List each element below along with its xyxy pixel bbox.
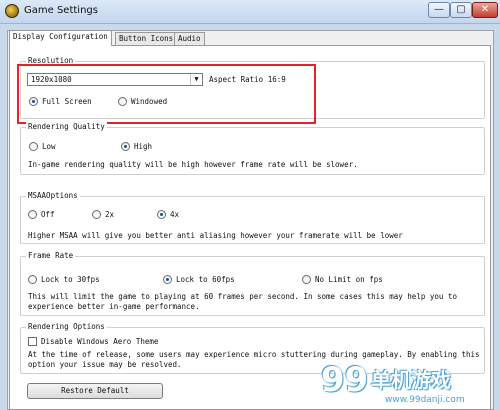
- tab-button-icons[interactable]: Button Icons: [115, 32, 178, 45]
- resolution-dropdown-value: 1920x1080: [31, 75, 72, 84]
- rendering-quality-group-title: Rendering Quality: [26, 122, 107, 132]
- chevron-down-icon[interactable]: ▼: [190, 74, 202, 85]
- frame-rate-description-line-2: experience better in-game performance.: [28, 302, 200, 311]
- full-screen-radio[interactable]: [29, 97, 38, 106]
- watermark-url: www.99danji.com: [385, 395, 465, 405]
- msaa-2x-label: 2x: [105, 210, 115, 219]
- rendering-quality-description: In-game rendering quality will be high h…: [28, 160, 358, 169]
- windowed-label: Windowed: [131, 97, 168, 106]
- minimize-button[interactable]: —: [428, 2, 450, 18]
- aspect-ratio-label: Aspect Ratio 16:9: [209, 75, 286, 84]
- maximize-button[interactable]: ▢: [450, 2, 472, 18]
- fps-unlimited-radio[interactable]: [302, 275, 311, 284]
- fps-30-label: Lock to 30fps: [41, 275, 100, 284]
- windowed-radio[interactable]: [118, 97, 127, 106]
- fps-60-radio[interactable]: [163, 275, 172, 284]
- quality-high-label: High: [134, 142, 153, 151]
- site-watermark-logo: 99 单机游戏 www.99danji.com: [321, 362, 496, 408]
- frame-rate-description-line-1: This will limit the game to playing at 6…: [28, 292, 457, 301]
- disable-aero-checkbox[interactable]: [28, 337, 37, 346]
- msaa-4x-label: 4x: [170, 210, 180, 219]
- msaa-2x-radio[interactable]: [92, 210, 101, 219]
- disable-aero-label: Disable Windows Aero Theme: [41, 337, 159, 346]
- app-icon: [5, 4, 19, 18]
- tab-audio[interactable]: Audio: [174, 32, 205, 45]
- window-title: Game Settings: [24, 5, 98, 16]
- fps-60-label: Lock to 60fps: [176, 275, 235, 284]
- restore-default-button[interactable]: Restore Default: [27, 383, 163, 399]
- fps-30-radio[interactable]: [28, 275, 37, 284]
- close-button[interactable]: ✕: [472, 2, 498, 18]
- quality-low-label: Low: [42, 142, 56, 151]
- watermark-number: 99: [321, 360, 369, 400]
- msaa-4x-radio[interactable]: [157, 210, 166, 219]
- resolution-group: Resolution: [20, 56, 485, 119]
- watermark-brand: 单机游戏: [371, 368, 451, 392]
- rendering-options-group-title: Rendering Options: [26, 322, 107, 332]
- msaa-off-label: Off: [41, 210, 55, 219]
- msaa-description: Higher MSAA will give you better anti al…: [28, 231, 403, 240]
- rendering-options-description-line-1: At the time of release, some users may e…: [28, 350, 480, 359]
- msaa-off-radio[interactable]: [28, 210, 37, 219]
- msaa-group-title: MSAAOptions: [26, 191, 80, 201]
- title-bar: Game Settings — ▢ ✕: [0, 0, 500, 24]
- quality-high-radio[interactable]: [121, 142, 130, 151]
- quality-low-radio[interactable]: [29, 142, 38, 151]
- frame-rate-group-title: Frame Rate: [26, 251, 76, 261]
- resolution-group-title: Resolution: [26, 56, 76, 66]
- tab-display-configuration[interactable]: Display Configuration: [9, 30, 112, 46]
- fps-unlimited-label: No Limit on fps: [315, 275, 383, 284]
- resolution-dropdown[interactable]: 1920x1080 ▼: [27, 73, 203, 86]
- full-screen-label: Full Screen: [42, 97, 92, 106]
